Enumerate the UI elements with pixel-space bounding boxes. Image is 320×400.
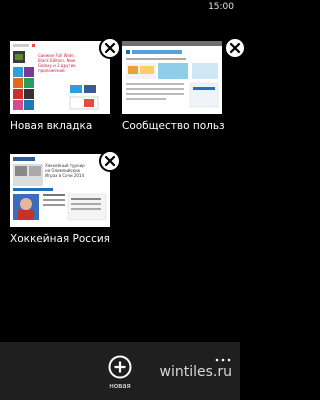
close-tab-button[interactable]	[99, 150, 121, 172]
tab-thumbnail[interactable]: Свежие Full Wide, Black Edition, New Gal…	[10, 41, 110, 114]
close-icon	[104, 42, 116, 54]
new-tab-label: новая	[109, 382, 131, 390]
app-bar: новая wintiles.ru	[0, 342, 240, 400]
page-preview	[122, 41, 222, 114]
close-icon	[104, 155, 116, 167]
tab-thumbnail[interactable]: Хоккейный турнир на Олимпийских Играх в …	[10, 154, 110, 227]
more-options-button[interactable]	[214, 349, 232, 362]
tab-card-hockey-russia[interactable]: Хоккейный турнир на Олимпийских Играх в …	[10, 150, 121, 254]
ellipsis-icon	[215, 358, 231, 362]
tab-card-new-tab[interactable]: Свежие Full Wide, Black Edition, New Gal…	[10, 37, 121, 141]
close-tab-button[interactable]	[99, 37, 121, 59]
watermark: wintiles.ru	[159, 364, 232, 380]
tab-title: Сообщество польз	[122, 120, 225, 132]
tab-card-community[interactable]: Сообщество польз	[122, 37, 246, 141]
close-icon	[229, 42, 241, 54]
status-bar: 15:00	[0, 0, 240, 14]
close-tab-button[interactable]	[224, 37, 246, 59]
tab-thumbnail[interactable]	[122, 41, 222, 114]
thumbnail-heading: Свежие Full Wide, Black Edition, New Gal…	[38, 53, 76, 73]
tab-title: Новая вкладка	[10, 120, 93, 132]
status-time: 15:00	[208, 2, 234, 12]
tab-title: Хоккейная Россия	[10, 233, 110, 245]
plus-circle-icon	[108, 355, 132, 379]
thumbnail-heading: Хоккейный турнир на Олимпийских Играх в …	[45, 163, 85, 178]
new-tab-button[interactable]	[108, 355, 132, 379]
